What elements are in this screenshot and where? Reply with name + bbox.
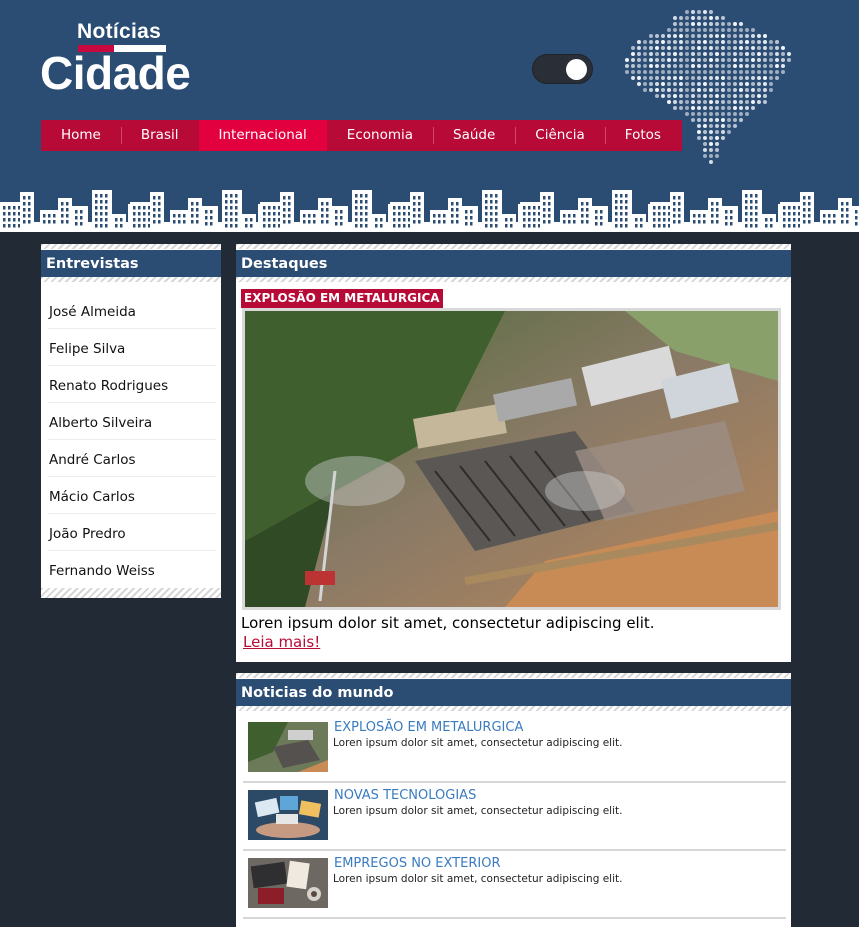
news-description: Loren ipsum dolor sit amet, consectetur … [333,873,623,885]
news-item[interactable]: EMPREGOS NO EXTERIOR Loren ipsum dolor s… [243,851,786,919]
logo-big-text: Cidade [40,47,191,99]
interview-item[interactable]: Felipe Silva [48,329,216,366]
toggle-knob [566,59,587,80]
news-thumbnail[interactable] [248,722,328,772]
site-header: Notícias Cidade Home Brasil Internaciona… [0,0,859,232]
nav-ciencia[interactable]: Ciência [515,120,605,151]
news-description: Loren ipsum dolor sit amet, consectetur … [333,737,623,749]
news-title[interactable]: EMPREGOS NO EXTERIOR [334,856,500,871]
interview-item[interactable]: Renato Rodrigues [48,366,216,403]
desk-thumbnail [248,858,328,908]
logo-small-text: Notícias [77,20,162,43]
interview-item[interactable]: André Carlos [48,440,216,477]
news-thumbnail[interactable] [248,858,328,908]
nav-brasil[interactable]: Brasil [120,120,199,151]
highlights-title: Destaques [236,249,791,277]
theme-toggle[interactable] [532,54,593,84]
panel-stripes [41,588,221,598]
news-description: Loren ipsum dolor sit amet, consectetur … [333,805,623,817]
nav-home[interactable]: Home [41,120,121,151]
interview-item[interactable]: Alberto Silveira [48,403,216,440]
highlight-text: Loren ipsum dolor sit amet, consectetur … [241,614,655,632]
main-nav: Home Brasil Internacional Economia Saúde… [41,120,682,151]
interview-item[interactable]: João Predro [48,514,216,551]
world-news-list: EXPLOSÃO EM METALURGICA Loren ipsum dolo… [243,715,786,919]
news-thumbnail[interactable] [248,790,328,840]
factory-thumbnail [248,722,328,772]
interview-item[interactable]: Fernando Weiss [48,551,216,588]
world-news-title: Noticias do mundo [236,678,791,706]
devices-thumbnail [248,790,328,840]
nav-fotos[interactable]: Fotos [604,120,681,151]
interviews-title: Entrevistas [41,249,221,277]
highlights-panel: Destaques EXPLOSÃO EM METALURGICA Loren … [236,244,791,662]
city-skyline-illustration [0,190,859,232]
news-title[interactable]: EXPLOSÃO EM METALURGICA [334,720,523,735]
nav-economia[interactable]: Economia [327,120,433,151]
nav-internacional[interactable]: Internacional [198,120,327,151]
factory-aerial-photo [245,311,778,607]
interview-item[interactable]: José Almeida [48,292,216,329]
highlight-tag[interactable]: EXPLOSÃO EM METALURGICA [241,289,443,308]
news-title[interactable]: NOVAS TECNOLOGIAS [334,788,476,803]
interview-item[interactable]: Mácio Carlos [48,477,216,514]
read-more-link[interactable]: Leia mais! [243,633,320,651]
news-item[interactable]: NOVAS TECNOLOGIAS Loren ipsum dolor sit … [243,783,786,851]
nav-saude[interactable]: Saúde [433,120,515,151]
world-news-panel: Noticias do mundo EXPLOSÃO EM METALURGIC… [236,673,791,927]
news-item[interactable]: EXPLOSÃO EM METALURGICA Loren ipsum dolo… [243,715,786,783]
interviews-panel: Entrevistas José Almeida Felipe Silva Re… [41,244,221,598]
interviews-list: José Almeida Felipe Silva Renato Rodrigu… [41,282,221,588]
highlight-image[interactable] [242,308,781,610]
